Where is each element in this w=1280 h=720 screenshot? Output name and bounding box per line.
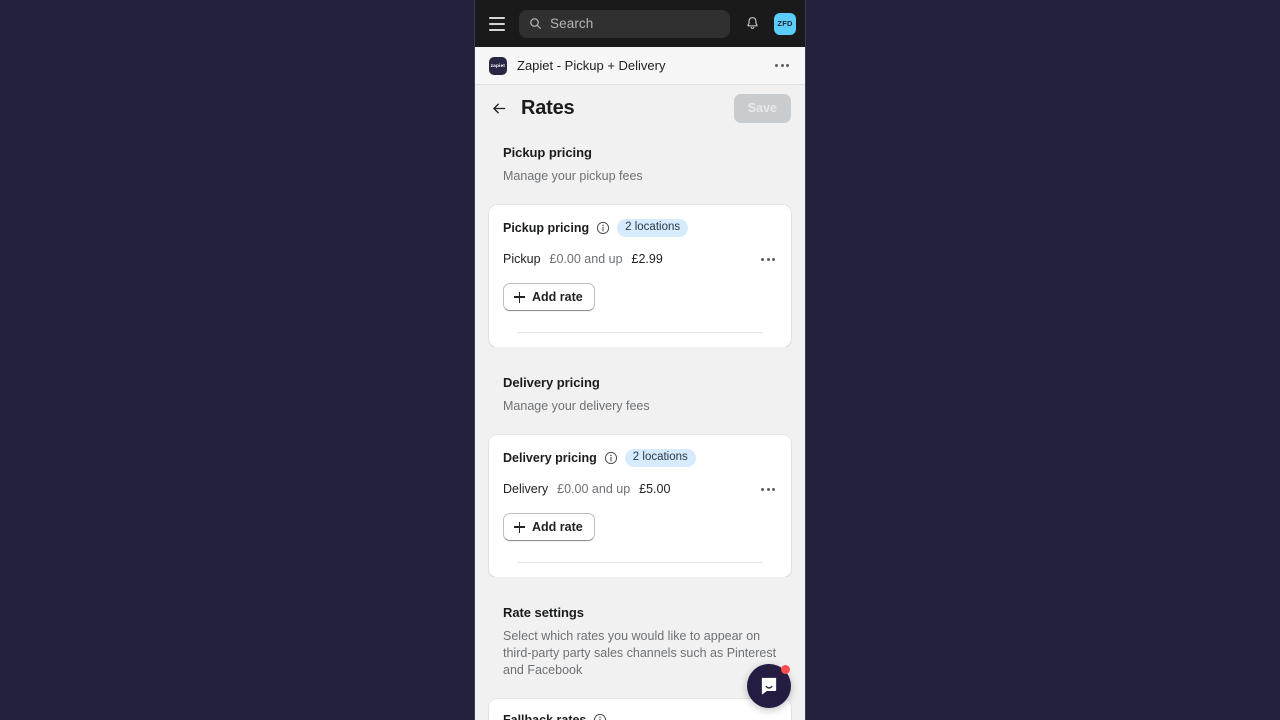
chat-launcher-button[interactable] [747, 664, 791, 708]
rate-row: Pickup £0.00 and up £2.99 [503, 252, 777, 266]
avatar[interactable]: ZFD [774, 12, 796, 35]
avatar-initials: ZFD [777, 19, 793, 28]
app-bar: zapiet Zapiet - Pickup + Delivery [475, 47, 805, 85]
screen-background: Search ZFD zapiet Zapiet - Pickup + Deli… [0, 0, 1280, 720]
zapiet-app-icon: zapiet [489, 56, 507, 75]
page-title: Rates [521, 96, 575, 119]
card-title: Delivery pricing [503, 451, 597, 465]
section-description: Manage your delivery fees [503, 399, 650, 413]
app-more-options-icon[interactable] [773, 60, 791, 71]
add-rate-label: Add rate [532, 520, 583, 534]
page-header: Rates Save [475, 85, 805, 131]
card-pickup-pricing: Pickup pricing 2 locations Pickup £0.00 … [489, 205, 791, 347]
section-header-pickup-pricing: Pickup pricing Manage your pickup fees [475, 131, 805, 205]
card-divider [517, 332, 763, 333]
hamburger-menu-icon[interactable] [484, 11, 510, 37]
plus-icon [514, 291, 525, 303]
rate-more-options-icon[interactable] [759, 254, 777, 265]
unread-indicator-dot [781, 665, 790, 674]
card-header: Fallback rates [503, 713, 777, 720]
section-description: Select which rates you would like to app… [503, 629, 777, 677]
rate-price: £2.99 [631, 252, 663, 266]
card-fallback-rates: Fallback rates If the customer bypasses … [489, 699, 791, 720]
card-header: Pickup pricing 2 locations [503, 219, 777, 237]
bell-icon[interactable] [739, 11, 765, 37]
add-rate-button[interactable]: Add rate [503, 513, 595, 541]
search-icon [530, 18, 541, 29]
add-rate-label: Add rate [532, 290, 583, 304]
plus-icon [514, 521, 525, 533]
card-divider [517, 562, 763, 563]
rate-condition: £0.00 and up [549, 252, 623, 266]
rate-name: Pickup [503, 252, 541, 266]
section-header-delivery-pricing: Delivery pricing Manage your delivery fe… [475, 361, 805, 435]
search-placeholder-text: Search [550, 16, 594, 31]
top-navigation-bar: Search ZFD [475, 0, 805, 47]
save-button[interactable]: Save [733, 93, 791, 123]
arrow-left-icon[interactable] [489, 98, 509, 118]
status-badge: 2 locations [617, 219, 689, 237]
rate-more-options-icon[interactable] [759, 484, 777, 495]
status-badge: 2 locations [624, 449, 696, 467]
chat-bubble-icon [761, 677, 777, 695]
card-header: Delivery pricing 2 locations [503, 449, 777, 467]
section-title: Delivery pricing [503, 375, 600, 390]
add-rate-button[interactable]: Add rate [503, 283, 595, 311]
section-description: Manage your pickup fees [503, 169, 643, 183]
app-title: Zapiet - Pickup + Delivery [517, 58, 666, 73]
info-circle-icon[interactable] [596, 221, 610, 235]
rate-condition: £0.00 and up [557, 482, 631, 496]
rate-row: Delivery £0.00 and up £5.00 [503, 482, 777, 496]
section-gap [475, 577, 805, 591]
section-title: Rate settings [503, 605, 584, 620]
search-input[interactable]: Search [519, 9, 730, 38]
card-title: Fallback rates [503, 713, 587, 720]
app-icon-label: zapiet [490, 62, 506, 69]
section-gap [475, 347, 805, 361]
info-circle-icon[interactable] [593, 713, 607, 720]
section-title: Pickup pricing [503, 145, 592, 160]
rate-name: Delivery [503, 482, 549, 496]
card-title: Pickup pricing [503, 221, 590, 235]
info-circle-icon[interactable] [604, 451, 618, 465]
card-delivery-pricing: Delivery pricing 2 locations Delivery £0… [489, 435, 791, 577]
rate-price: £5.00 [639, 482, 671, 496]
page-content: Pickup pricing Manage your pickup fees P… [475, 131, 805, 720]
mobile-viewport-frame: Search ZFD zapiet Zapiet - Pickup + Deli… [474, 0, 806, 720]
